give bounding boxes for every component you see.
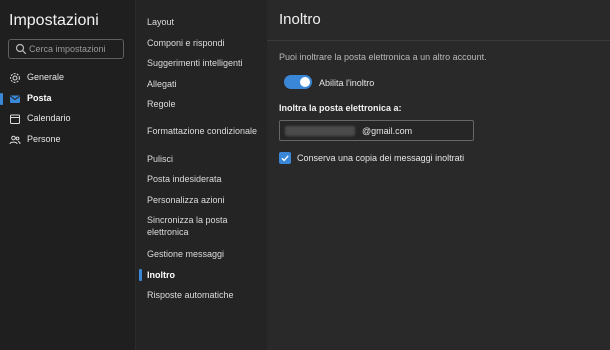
- toggle-knob: [300, 77, 310, 87]
- submenu-item-layout[interactable]: Layout: [147, 16, 262, 28]
- app-title: Impostazioni: [9, 12, 99, 29]
- people-icon: [9, 135, 21, 145]
- submenu-item-risposte[interactable]: Risposte automatiche: [147, 289, 262, 301]
- submenu-item-inoltro[interactable]: Inoltro: [139, 269, 262, 281]
- submenu-item-gestione[interactable]: Gestione messaggi: [147, 248, 262, 260]
- nav-item-label: Posta: [27, 93, 52, 103]
- keep-copy-checkbox[interactable]: [279, 152, 291, 164]
- submenu-item-componi[interactable]: Componi e rispondi: [147, 37, 262, 49]
- calendar-icon: [10, 114, 20, 124]
- settings-window: Impostazioni Cerca impostazioni Generale…: [0, 0, 610, 350]
- mail-settings-submenu: Layout Componi e rispondi Suggerimenti i…: [135, 0, 268, 350]
- submenu-item-label: Inoltro: [147, 270, 175, 280]
- active-indicator: [139, 269, 142, 281]
- nav-item-calendario[interactable]: Calendario: [0, 110, 135, 128]
- search-icon: [15, 43, 27, 55]
- mail-icon: [10, 95, 20, 103]
- submenu-item-allegati[interactable]: Allegati: [147, 78, 262, 90]
- nav-item-persone[interactable]: Persone: [0, 131, 135, 149]
- redacted-username: [285, 126, 355, 136]
- enable-forwarding-toggle[interactable]: [284, 75, 312, 89]
- divider: [267, 40, 610, 41]
- description-text: Puoi inoltrare la posta elettronica a un…: [279, 52, 487, 62]
- checkmark-icon: [281, 155, 289, 162]
- nav-item-label: Calendario: [27, 113, 71, 123]
- search-placeholder: Cerca impostazioni: [29, 44, 106, 54]
- submenu-item-posta-indesiderata[interactable]: Posta indesiderata: [147, 173, 262, 185]
- keep-copy-label: Conserva una copia dei messaggi inoltrat…: [297, 153, 465, 163]
- submenu-item-personalizza[interactable]: Personalizza azioni: [147, 194, 262, 206]
- nav-item-generale[interactable]: Generale: [0, 69, 135, 87]
- nav-item-label: Persone: [27, 134, 61, 144]
- submenu-item-formattazione[interactable]: Formattazione condizionale: [147, 125, 262, 137]
- forward-field-label: Inoltra la posta elettronica a:: [279, 103, 402, 113]
- submenu-item-regole[interactable]: Regole: [147, 98, 262, 110]
- nav-item-posta[interactable]: Posta: [0, 90, 135, 108]
- submenu-item-suggerimenti[interactable]: Suggerimenti intelligenti: [147, 57, 262, 69]
- email-domain-text: @gmail.com: [362, 126, 413, 136]
- active-indicator: [0, 93, 3, 105]
- gear-icon: [10, 73, 20, 83]
- search-input[interactable]: Cerca impostazioni: [8, 39, 124, 59]
- settings-nav-pane: Impostazioni Cerca impostazioni Generale…: [0, 0, 135, 350]
- forward-email-input[interactable]: @gmail.com: [279, 120, 474, 141]
- page-title: Inoltro: [279, 11, 321, 28]
- nav-item-label: Generale: [27, 72, 65, 82]
- forwarding-panel: Inoltro Puoi inoltrare la posta elettron…: [267, 0, 610, 350]
- toggle-label: Abilita l'inoltro: [319, 78, 375, 88]
- submenu-item-pulisci[interactable]: Pulisci: [147, 153, 262, 165]
- submenu-item-sincronizza[interactable]: Sincronizza la posta elettronica: [147, 214, 262, 238]
